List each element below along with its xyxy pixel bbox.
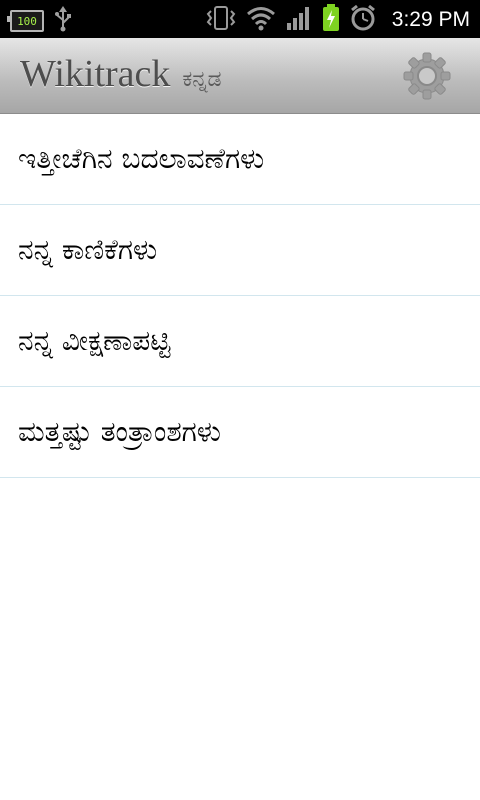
- gear-icon: [403, 52, 451, 100]
- menu-item-label: ನನ್ನ ವೀಕ್ಷಣಾಪಟ್ಟಿ: [18, 324, 171, 357]
- menu-item-my-watchlist[interactable]: ನನ್ನ ವೀಕ್ಷಣಾಪಟ್ಟಿ: [0, 296, 480, 387]
- app-title: Wikitrack: [20, 53, 171, 95]
- menu-item-my-contributions[interactable]: ನನ್ನ ಕಾಣಿಕೆಗಳು: [0, 205, 480, 296]
- menu-item-label: ಮತ್ತಷ್ಟು ತಂತ್ರಾಂಶಗಳು: [18, 415, 221, 448]
- language-label: ಕನ್ನಡ: [182, 67, 222, 92]
- main-menu: ಇತ್ತೀಚೆಗಿನ ಬದಲಾವಣೆಗಳು ನನ್ನ ಕಾಣಿಕೆಗಳು ನನ್…: [0, 113, 480, 478]
- app-header: Wikitrack ಕನ್ನಡ: [0, 38, 480, 114]
- battery-icon: 100: [7, 10, 44, 32]
- settings-button[interactable]: [402, 51, 452, 101]
- usb-icon: [54, 6, 72, 36]
- menu-item-recent-changes[interactable]: ಇತ್ತೀಚೆಗಿನ ಬದಲಾವಣೆಗಳು: [0, 113, 480, 205]
- battery-level-text: 100: [17, 14, 37, 28]
- brand: Wikitrack ಕನ್ನಡ: [20, 52, 222, 96]
- menu-item-more-tools[interactable]: ಮತ್ತಷ್ಟು ತಂತ್ರಾಂಶಗಳು: [0, 387, 480, 478]
- alarm-icon: [350, 4, 376, 36]
- status-bar: 100 3:29 PM: [0, 0, 480, 38]
- wifi-icon: [246, 5, 276, 35]
- menu-item-label: ಇತ್ತೀಚೆಗಿನ ಬದಲಾವಣೆಗಳು: [18, 141, 265, 175]
- clock: 3:29 PM: [391, 8, 470, 31]
- vibrate-icon: [206, 4, 236, 36]
- status-left-icons: 100: [7, 6, 72, 36]
- charging-battery-icon: [322, 4, 340, 36]
- signal-icon: [286, 5, 312, 35]
- menu-item-label: ನನ್ನ ಕಾಣಿಕೆಗಳು: [18, 233, 158, 266]
- status-right-icons: 3:29 PM: [206, 4, 470, 36]
